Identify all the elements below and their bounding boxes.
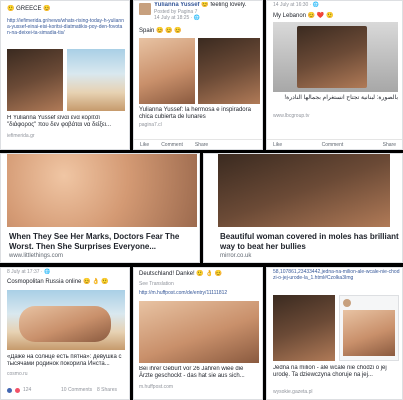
link-caption[interactable]: Η Yulianna Yussef είναι ένα κορίτσι "διά… <box>7 115 125 131</box>
post-link[interactable]: http://iefimerida.gr/news/whats-rising-t… <box>7 18 125 44</box>
link-domain: pagina7.cl <box>139 122 162 128</box>
link-domain: iefimerida.gr <box>7 133 35 139</box>
post-link[interactable]: http://m.huffpost.com/de/entry/11111812 <box>139 290 259 296</box>
link-domain: cosmo.ru <box>7 371 28 377</box>
post-photo[interactable] <box>198 38 260 104</box>
love-reaction-icon <box>15 387 20 393</box>
avatar[interactable] <box>139 3 151 15</box>
post-photo[interactable] <box>139 301 259 363</box>
share-button[interactable]: Share <box>383 142 396 148</box>
post-text: Spain 😊 😊 😊 <box>139 28 182 34</box>
link-domain: mirror.co.uk <box>220 253 252 259</box>
post-time: 8 July at 17:37 · 🌐 <box>7 269 51 275</box>
post-link[interactable]: 58,107861,23433442,jedna-na-milion-ale-w… <box>273 269 400 293</box>
post-photo[interactable] <box>139 38 195 104</box>
post-text: 🙂 GREECE 😊 <box>7 6 51 12</box>
author-name[interactable]: Yulianna Yussef <box>154 2 200 8</box>
link-domain: m.huffpost.com <box>139 384 174 390</box>
post-photo[interactable] <box>7 49 63 111</box>
reaction-bar: 124 <box>7 387 31 393</box>
post-photo <box>343 310 395 356</box>
post-photo <box>19 306 111 342</box>
post-photo[interactable] <box>273 295 335 361</box>
post-littlethings: When They See Her Marks, Doctors Fear Th… <box>0 153 200 263</box>
instagram-preview[interactable] <box>339 295 399 361</box>
post-photo-frame[interactable] <box>273 22 398 92</box>
link-title[interactable]: Beautiful woman covered in moles has bri… <box>220 232 400 252</box>
post-germany: Deutschland! Danke! 🙂 👌 😊 See Translatio… <box>133 267 263 400</box>
status-text: 😊 feeling lovely. <box>201 2 247 8</box>
link-domain: wysokie.gazeta.pl <box>273 389 313 395</box>
post-poland: 58,107861,23433442,jedna-na-milion-ale-w… <box>266 267 403 400</box>
link-domain: www.littlethings.com <box>9 253 64 259</box>
post-photo-frame[interactable] <box>7 290 125 350</box>
like-reaction-icon <box>7 387 12 393</box>
share-button[interactable]: Share <box>195 142 208 148</box>
reaction-count[interactable]: 124 <box>23 387 31 393</box>
link-title[interactable]: When They See Her Marks, Doctors Fear Th… <box>9 232 197 252</box>
comment-button[interactable]: Comment <box>322 142 344 148</box>
post-greece: 🙂 GREECE 😊 http://iefimerida.gr/news/wha… <box>0 0 130 150</box>
like-button[interactable]: Like <box>273 142 282 148</box>
post-photo <box>297 26 367 88</box>
post-text: My Lebanon 😊 ❤️ 🙂 <box>273 13 334 19</box>
post-text: Deutschland! Danke! 🙂 👌 😊 <box>139 271 223 277</box>
link-domain: www.lbcgroup.tv <box>273 113 310 119</box>
link-caption[interactable]: بالصورة: لبنانية تجتاح انستغرام بجمالها … <box>273 95 398 102</box>
link-caption[interactable]: Yulianna Yussef: la hermosa e inspirador… <box>139 107 259 114</box>
post-time: 14 July at 18:25 · 🌐 <box>154 15 200 21</box>
see-translation-link[interactable]: See Translation <box>139 281 174 287</box>
post-photo[interactable] <box>218 154 390 227</box>
post-time: 14 July at 16:30 · 🌐 <box>273 2 319 8</box>
post-photo[interactable] <box>7 154 197 227</box>
post-russia: 8 July at 17:37 · 🌐 Cosmopolitan Russia … <box>0 267 130 400</box>
post-text: Cosmopolitan Russia online 😊 👌 🙂 <box>7 279 109 285</box>
post-photo[interactable] <box>67 49 125 111</box>
shares-count[interactable]: 8 Shares <box>97 387 117 393</box>
link-caption[interactable]: Bei ihrer Geburt vor 26 Jahren wiee die … <box>139 366 259 381</box>
comments-count[interactable]: 10 Comments <box>61 387 92 393</box>
avatar <box>343 299 351 307</box>
link-caption[interactable]: Jedna na milion - ale wcale nie chodzi o… <box>273 365 400 387</box>
comment-button[interactable]: Comment <box>161 142 183 148</box>
link-caption[interactable]: chica cubierta de lunares <box>139 114 259 121</box>
post-mirror: Beautiful woman covered in moles has bri… <box>203 153 403 263</box>
post-lebanon: 14 July at 16:30 · 🌐 My Lebanon 😊 ❤️ 🙂 ب… <box>266 0 403 150</box>
post-spain: Yulianna Yussef 😊 feeling lovely. Posted… <box>133 0 263 150</box>
like-button[interactable]: Like <box>140 142 149 148</box>
link-caption[interactable]: «Даже на солнце есть пятна»: девушка с т… <box>7 354 125 369</box>
